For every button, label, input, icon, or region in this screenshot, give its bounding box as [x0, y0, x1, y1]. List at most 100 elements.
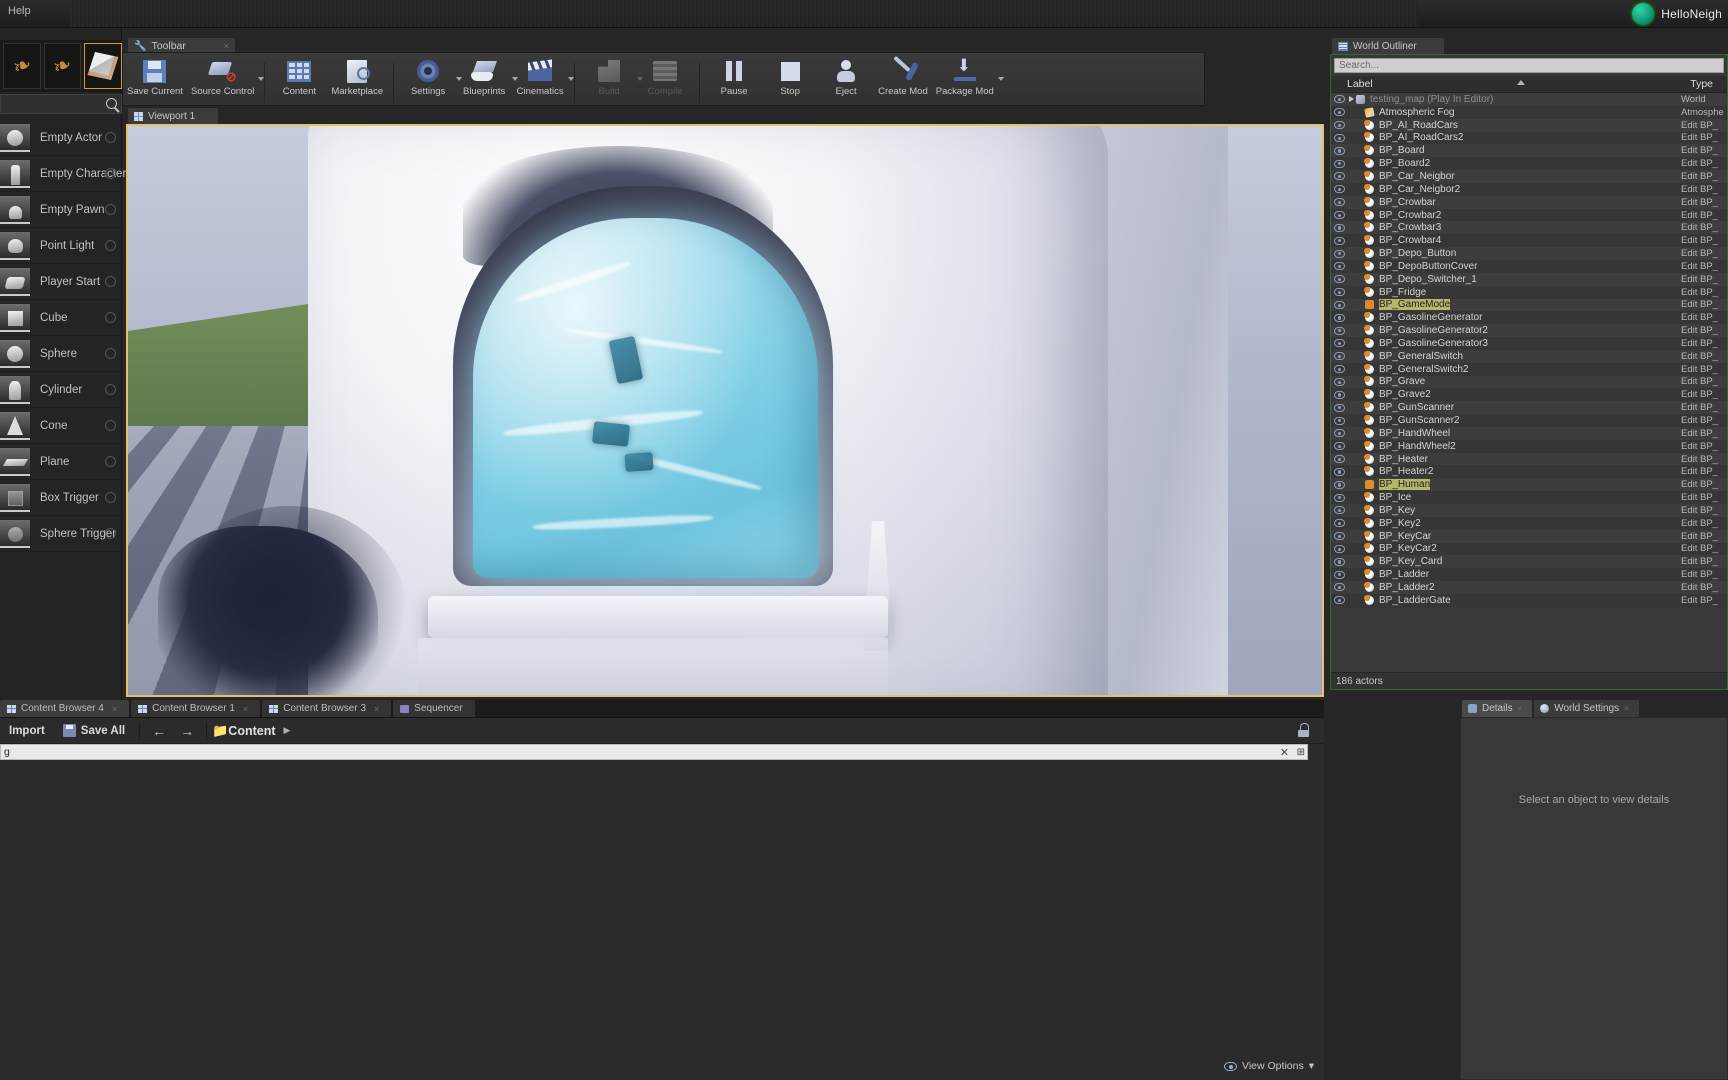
outliner-row[interactable]: BP_Grave Edit BP_ — [1331, 375, 1727, 389]
visibility-eye-icon[interactable] — [1334, 300, 1345, 309]
place-actor-item[interactable]: Cylinder — [0, 372, 122, 408]
close-icon[interactable]: × — [112, 704, 117, 714]
add-actor-icon[interactable] — [105, 312, 116, 323]
visibility-eye-icon[interactable] — [1334, 557, 1345, 566]
outliner-row[interactable]: BP_Crowbar2 Edit BP_ — [1331, 208, 1727, 222]
outliner-row[interactable]: BP_Human Edit BP_ — [1331, 478, 1727, 492]
create-mod-button[interactable]: Create Mod — [874, 53, 932, 105]
save-current-button[interactable]: Save Current — [123, 53, 187, 105]
menu-item-help[interactable]: Help — [8, 5, 31, 17]
visibility-eye-icon[interactable] — [1334, 544, 1345, 553]
tab-sequencer[interactable]: Sequencer — [393, 700, 475, 717]
visibility-eye-icon[interactable] — [1334, 480, 1345, 489]
outliner-row[interactable]: BP_Depo_Switcher_1 Edit BP_ — [1331, 272, 1727, 286]
outliner-row[interactable]: BP_Crowbar4 Edit BP_ — [1331, 234, 1727, 248]
close-icon[interactable]: × — [374, 704, 379, 714]
back-arrow-icon[interactable]: ← — [145, 723, 173, 739]
visibility-eye-icon[interactable] — [1334, 352, 1345, 361]
foliage-mode-icon[interactable]: ❧ — [3, 43, 41, 89]
outliner-row[interactable]: BP_Fridge Edit BP_ — [1331, 285, 1727, 299]
place-actors-search-input[interactable] — [0, 94, 122, 114]
visibility-eye-icon[interactable] — [1334, 108, 1345, 117]
stop-button[interactable]: Stop — [762, 53, 818, 105]
tab-world-settings[interactable]: World Settings × — [1534, 700, 1639, 717]
visibility-eye-icon[interactable] — [1334, 493, 1345, 502]
asset-search-input[interactable]: g ✕ ⊞ — [0, 744, 1308, 760]
visibility-eye-icon[interactable] — [1334, 583, 1345, 592]
visibility-eye-icon[interactable] — [1334, 211, 1345, 220]
outliner-row[interactable]: BP_DepoButtonCover Edit BP_ — [1331, 259, 1727, 273]
visibility-eye-icon[interactable] — [1334, 519, 1345, 528]
place-actor-item[interactable]: Sphere — [0, 336, 122, 372]
search-options-icon[interactable]: ⊞ — [1297, 747, 1305, 758]
add-actor-icon[interactable] — [105, 348, 116, 359]
visibility-eye-icon[interactable] — [1334, 249, 1345, 258]
visibility-eye-icon[interactable] — [1334, 442, 1345, 451]
sort-ascending-icon[interactable] — [1517, 80, 1525, 85]
level-viewport[interactable] — [126, 124, 1324, 697]
chevron-down-icon[interactable] — [568, 77, 575, 81]
add-actor-icon[interactable] — [105, 168, 116, 179]
add-actor-icon[interactable] — [105, 492, 116, 503]
visibility-eye-icon[interactable] — [1334, 416, 1345, 425]
outliner-row[interactable]: BP_Key_Card Edit BP_ — [1331, 555, 1727, 569]
place-actor-item[interactable]: Point Light — [0, 228, 122, 264]
outliner-row[interactable]: BP_GunScanner2 Edit BP_ — [1331, 414, 1727, 427]
chevron-right-icon[interactable]: ▶ — [284, 725, 291, 736]
outliner-row[interactable]: BP_GeneralSwitch2 Edit BP_ — [1331, 362, 1727, 376]
tab-details[interactable]: Details × — [1462, 700, 1533, 717]
place-actor-item[interactable]: Cube — [0, 300, 122, 336]
close-icon[interactable]: × — [1518, 704, 1523, 713]
breadcrumb-content[interactable]: Content — [228, 724, 275, 738]
outliner-search-input[interactable]: Search... — [1334, 58, 1724, 73]
outliner-row[interactable]: BP_Car_Neigbor Edit BP_ — [1331, 170, 1727, 183]
visibility-eye-icon[interactable] — [1334, 288, 1345, 297]
outliner-row[interactable]: BP_KeyCar Edit BP_ — [1331, 529, 1727, 543]
place-actor-item[interactable]: Box Trigger — [0, 480, 122, 516]
visibility-eye-icon[interactable] — [1334, 121, 1345, 130]
outliner-row[interactable]: BP_GasolineGenerator2 Edit BP_ — [1331, 324, 1727, 338]
pause-button[interactable]: Pause — [706, 53, 762, 105]
visibility-eye-icon[interactable] — [1334, 198, 1345, 207]
outliner-row[interactable]: BP_Crowbar Edit BP_ — [1331, 195, 1727, 209]
outliner-row[interactable]: BP_HandWheel2 Edit BP_ — [1331, 439, 1727, 453]
marketplace-button[interactable]: Marketplace — [327, 53, 387, 105]
add-actor-icon[interactable] — [105, 420, 116, 431]
outliner-row[interactable]: BP_Ladder Edit BP_ — [1331, 568, 1727, 582]
chevron-down-icon[interactable] — [997, 77, 1004, 81]
visibility-eye-icon[interactable] — [1334, 532, 1345, 541]
visibility-eye-icon[interactable] — [1334, 506, 1345, 515]
visibility-eye-icon[interactable] — [1334, 275, 1345, 284]
tab-content-browser-1[interactable]: Content Browser 1 × — [131, 700, 261, 717]
outliner-row[interactable]: BP_AI_RoadCars2 Edit BP_ — [1331, 131, 1727, 145]
outliner-row[interactable]: BP_Car_Neigbor2 Edit BP_ — [1331, 182, 1727, 196]
place-actor-item[interactable]: Empty Character — [0, 156, 126, 192]
outliner-row[interactable]: BP_Grave2 Edit BP_ — [1331, 388, 1727, 402]
foliage-mode-icon-2[interactable]: ❧ — [43, 43, 82, 89]
visibility-eye-icon[interactable] — [1334, 455, 1345, 464]
outliner-row[interactable]: BP_KeyCar2 Edit BP_ — [1331, 542, 1727, 556]
place-actor-item[interactable]: Sphere Trigger — [0, 516, 122, 552]
outliner-row[interactable]: BP_GasolineGenerator3 Edit BP_ — [1331, 337, 1727, 350]
add-actor-icon[interactable] — [105, 456, 116, 467]
column-header-type[interactable]: Type — [1690, 78, 1713, 90]
place-actor-item[interactable]: Plane — [0, 444, 122, 480]
visibility-eye-icon[interactable] — [1334, 339, 1345, 348]
place-actor-item[interactable]: Empty Pawn — [0, 192, 122, 228]
view-options-button[interactable]: View Options ▾ — [1224, 1060, 1314, 1072]
add-actor-icon[interactable] — [105, 204, 116, 215]
add-actor-icon[interactable] — [105, 384, 116, 395]
visibility-eye-icon[interactable] — [1334, 313, 1345, 322]
visibility-eye-icon[interactable] — [1334, 365, 1345, 374]
outliner-row[interactable]: BP_Ice Edit BP_ — [1331, 491, 1727, 504]
close-icon[interactable]: × — [224, 41, 229, 51]
outliner-row[interactable]: BP_LadderGate Edit BP_ — [1331, 593, 1727, 607]
add-actor-icon[interactable] — [105, 240, 116, 251]
visibility-eye-icon[interactable] — [1334, 133, 1345, 142]
visibility-eye-icon[interactable] — [1334, 570, 1345, 579]
visibility-eye-icon[interactable] — [1334, 185, 1345, 194]
visibility-eye-icon[interactable] — [1334, 596, 1345, 605]
outliner-row[interactable]: BP_GunScanner Edit BP_ — [1331, 401, 1727, 415]
visibility-eye-icon[interactable] — [1334, 429, 1345, 438]
outliner-row[interactable]: BP_Crowbar3 Edit BP_ — [1331, 221, 1727, 235]
